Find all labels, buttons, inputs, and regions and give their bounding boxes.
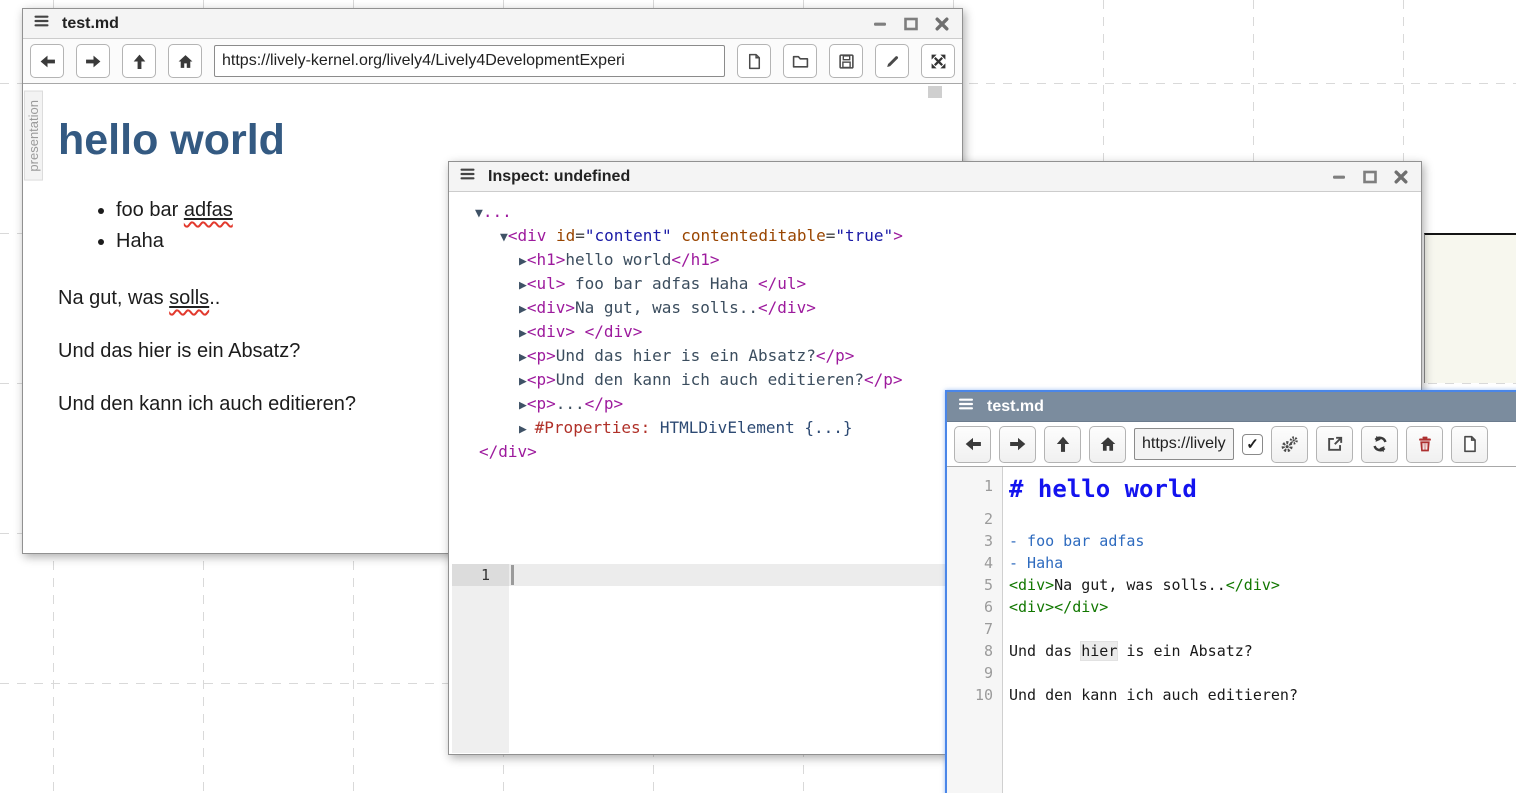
dom-tree-node[interactable]: ▶<p>Und das hier is ein Absatz?</p> bbox=[449, 345, 1421, 369]
up-button[interactable] bbox=[1044, 426, 1081, 463]
editor-line[interactable]: - Haha bbox=[1003, 552, 1063, 574]
back-button[interactable] bbox=[30, 44, 64, 78]
window-titlebar[interactable]: Inspect: undefined bbox=[449, 162, 1421, 192]
editor-line[interactable]: <div>Na gut, was solls..</div> bbox=[1003, 574, 1280, 596]
home-button[interactable] bbox=[1089, 426, 1126, 463]
expand-triangle-icon[interactable]: ▶ bbox=[519, 398, 527, 413]
folder-button[interactable] bbox=[783, 44, 817, 78]
up-button[interactable] bbox=[122, 44, 156, 78]
editor-line[interactable]: <div></div> bbox=[1003, 596, 1108, 618]
codemirror-editor[interactable]: 1# hello world 2 3- foo bar adfas 4- Hah… bbox=[947, 467, 1516, 793]
close-button[interactable] bbox=[934, 16, 950, 32]
dom-tree-node[interactable]: ▼<div id="content" contenteditable="true… bbox=[449, 225, 1421, 249]
expand-triangle-icon[interactable]: ▶ bbox=[519, 350, 527, 365]
highlighted-word: hier bbox=[1081, 642, 1117, 660]
dom-tree-node[interactable]: ▶<div> </div> bbox=[449, 321, 1421, 345]
settings-gears-button[interactable] bbox=[1271, 426, 1308, 463]
maximize-button[interactable] bbox=[903, 16, 919, 32]
close-button[interactable] bbox=[1393, 169, 1409, 185]
window-titlebar[interactable]: test.md bbox=[23, 9, 962, 39]
line-number-gutter: 1 bbox=[452, 564, 509, 753]
expand-triangle-icon[interactable]: ▼ bbox=[475, 206, 483, 221]
back-button[interactable] bbox=[954, 426, 991, 463]
dom-tree-node[interactable]: ▶<ul> foo bar adfas Haha </ul> bbox=[449, 273, 1421, 297]
line-number: 1 bbox=[452, 564, 509, 586]
expand-triangle-icon[interactable]: ▶ bbox=[519, 278, 527, 293]
line-number: 8 bbox=[947, 640, 1003, 662]
hamburger-menu-icon[interactable] bbox=[459, 166, 476, 187]
line-number: 9 bbox=[947, 662, 1003, 684]
new-file-button[interactable] bbox=[737, 44, 771, 78]
forward-button[interactable] bbox=[999, 426, 1036, 463]
misspelled-word: solls bbox=[169, 287, 209, 309]
presentation-tab[interactable]: presentation bbox=[24, 91, 43, 181]
expand-triangle-icon[interactable]: ▶ bbox=[519, 422, 535, 437]
maximize-button[interactable] bbox=[1362, 169, 1378, 185]
line-number: 7 bbox=[947, 618, 1003, 640]
line-number: 6 bbox=[947, 596, 1003, 618]
new-file-button[interactable] bbox=[1451, 426, 1488, 463]
hamburger-menu-icon[interactable] bbox=[957, 396, 975, 417]
browser-toolbar: ✓ bbox=[947, 422, 1516, 467]
browser-toolbar bbox=[23, 39, 962, 84]
auto-update-checkbox[interactable]: ✓ bbox=[1242, 434, 1263, 455]
forward-button[interactable] bbox=[76, 44, 110, 78]
delete-trash-button[interactable] bbox=[1406, 426, 1443, 463]
editor-line[interactable]: - foo bar adfas bbox=[1003, 530, 1144, 552]
expand-triangle-icon[interactable]: ▼ bbox=[500, 230, 508, 245]
save-button[interactable] bbox=[829, 44, 863, 78]
window-titlebar[interactable]: test.md bbox=[947, 392, 1516, 422]
editor-line[interactable]: Und den kann ich auch editieren? bbox=[1003, 684, 1298, 706]
editor-line[interactable]: # hello world bbox=[1003, 474, 1197, 504]
expand-triangle-icon[interactable]: ▶ bbox=[519, 326, 527, 341]
line-number: 1 bbox=[947, 474, 1003, 498]
refresh-button[interactable] bbox=[1361, 426, 1398, 463]
misspelled-word: adfas bbox=[184, 199, 233, 221]
dom-tree-node[interactable]: ▶<div>Na gut, was solls..</div> bbox=[449, 297, 1421, 321]
preview-heading: hello world bbox=[58, 116, 962, 165]
note-morph[interactable] bbox=[1424, 233, 1516, 383]
line-number: 3 bbox=[947, 530, 1003, 552]
dom-tree-node[interactable]: ▶<h1>hello world</h1> bbox=[449, 249, 1421, 273]
url-input[interactable] bbox=[214, 45, 725, 77]
hamburger-menu-icon[interactable] bbox=[33, 13, 50, 34]
expand-triangle-icon[interactable]: ▶ bbox=[519, 254, 527, 269]
url-input[interactable] bbox=[1134, 428, 1234, 460]
text-cursor bbox=[511, 565, 514, 585]
open-external-button[interactable] bbox=[1316, 426, 1353, 463]
checkmark-icon: ✓ bbox=[1246, 435, 1259, 453]
minimize-button[interactable] bbox=[872, 16, 888, 32]
minimize-button[interactable] bbox=[1331, 169, 1347, 185]
window-title: test.md bbox=[62, 15, 860, 33]
expand-button[interactable] bbox=[921, 44, 955, 78]
expand-triangle-icon[interactable]: ▶ bbox=[519, 374, 527, 389]
line-number: 2 bbox=[947, 508, 1003, 530]
expand-triangle-icon[interactable]: ▶ bbox=[519, 302, 527, 317]
line-number: 4 bbox=[947, 552, 1003, 574]
window-title: test.md bbox=[987, 398, 1508, 416]
home-button[interactable] bbox=[168, 44, 202, 78]
line-number: 10 bbox=[947, 684, 1003, 706]
dom-tree-node[interactable]: ▼... bbox=[449, 201, 1421, 225]
window-title: Inspect: undefined bbox=[488, 168, 1319, 186]
edit-button[interactable] bbox=[875, 44, 909, 78]
window-md-editor: test.md ✓ 1# hello world 2 3- foo bar ad… bbox=[945, 390, 1516, 793]
line-number: 5 bbox=[947, 574, 1003, 596]
editor-line[interactable]: Und das hier is ein Absatz? bbox=[1003, 640, 1253, 662]
